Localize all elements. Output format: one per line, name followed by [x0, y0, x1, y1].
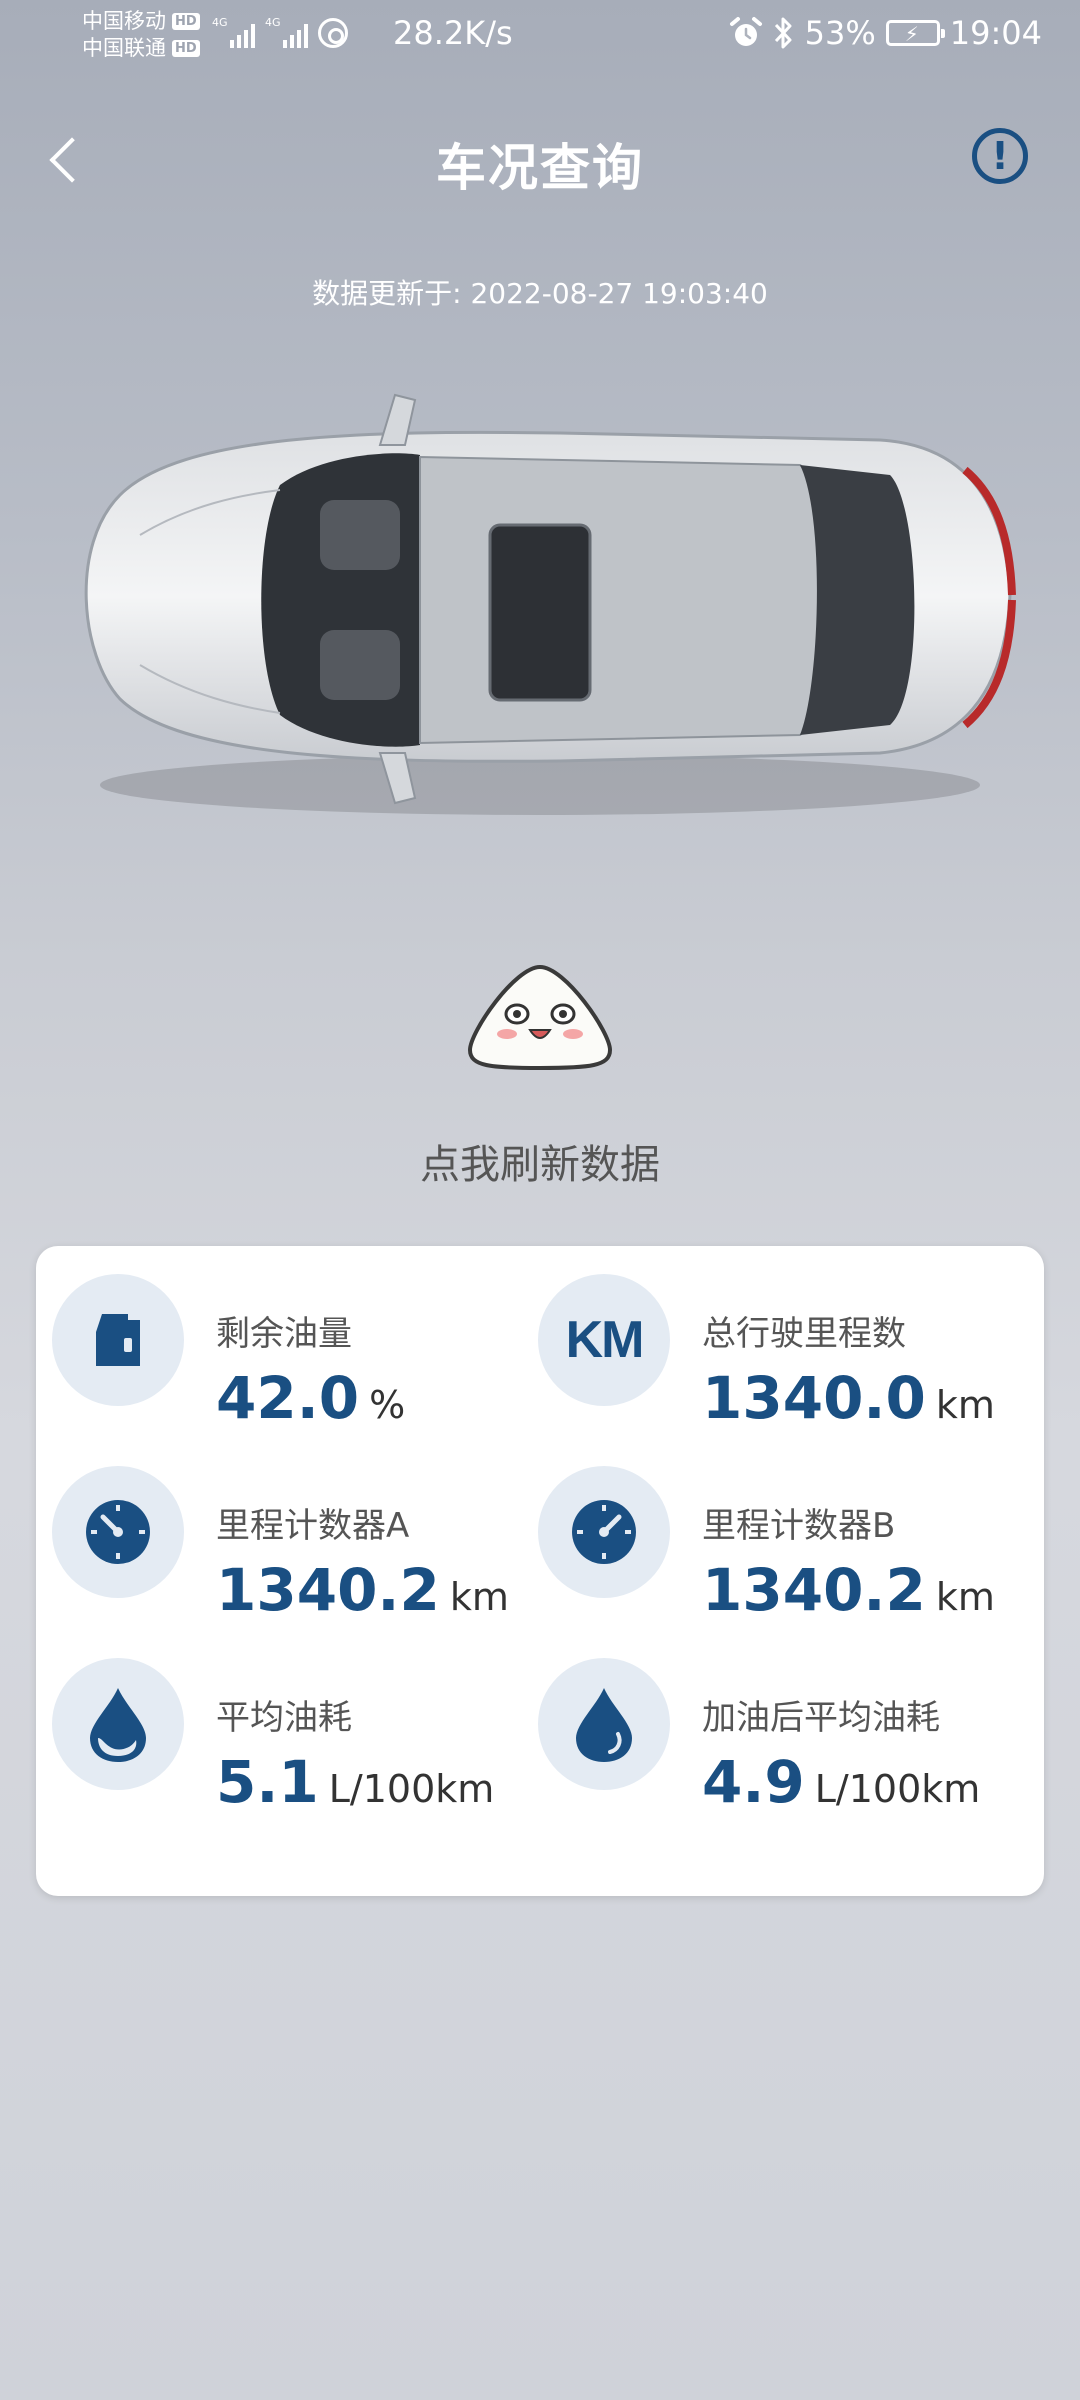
stat-value: 1340.2 km [702, 1556, 995, 1624]
signal-icons: 4G 4G [212, 16, 348, 48]
stat-value: 4.9 L/100km [702, 1748, 981, 1816]
stat-avg-consumption-after-refuel: 加油后平均油耗 4.9 L/100km [522, 1630, 1002, 1816]
info-button[interactable]: ! [972, 128, 1028, 184]
fuel-can-icon [52, 1274, 184, 1406]
carrier-1: 中国移动 [82, 9, 166, 33]
stat-avg-consumption: 平均油耗 5.1 L/100km [36, 1630, 516, 1816]
stat-trip-b: 里程计数器B 1340.2 km [522, 1438, 1002, 1624]
stat-label: 总行驶里程数 [702, 1314, 906, 1354]
stat-label: 加油后平均油耗 [702, 1698, 940, 1738]
stat-label: 剩余油量 [216, 1314, 352, 1354]
fuel-drop-icon [52, 1658, 184, 1790]
update-timestamp: 数据更新于: 2022-08-27 19:03:40 [312, 277, 768, 310]
hd-badge: HD [172, 40, 200, 57]
bluetooth-icon [774, 17, 792, 49]
stat-label: 平均油耗 [216, 1698, 352, 1738]
stat-label: 里程计数器A [216, 1506, 410, 1546]
exclamation-circle-icon: ! [991, 134, 1009, 178]
hd-badge: HD [172, 13, 200, 30]
fuel-drop-icon [538, 1658, 670, 1790]
signal-icon: 4G [265, 16, 308, 48]
battery-percent: 53% [804, 14, 876, 52]
battery-icon: ⚡ [885, 20, 945, 46]
stat-label: 里程计数器B [702, 1506, 896, 1546]
page-title: 车况查询 [436, 139, 644, 197]
signal-icon: 4G [212, 16, 255, 48]
stat-value: 42.0% [216, 1364, 406, 1432]
stat-value: 1340.0 km [702, 1364, 995, 1432]
carrier-info: 中国移动 HD 中国联通 HD [82, 8, 200, 62]
header: 车况查询 ! [0, 110, 1080, 210]
stat-fuel-remaining: 剩余油量 42.0% [36, 1246, 516, 1432]
refresh-mascot-button[interactable] [465, 962, 615, 1072]
stat-value: 1340.2 km [216, 1556, 509, 1624]
carrier-2: 中国联通 [82, 36, 166, 60]
status-bar: 中国移动 HD 中国联通 HD 4G 4G 28.2K/s 53% ⚡ 19:04 [0, 0, 1080, 72]
hotspot-icon [318, 18, 348, 48]
net-speed: 28.2K/s [393, 14, 513, 52]
stat-trip-a: 里程计数器A 1340.2 km [36, 1438, 516, 1624]
gauge-icon [52, 1466, 184, 1598]
gauge-icon [538, 1466, 670, 1598]
stat-total-mileage: KM 总行驶里程数 1340.0 km [522, 1246, 1002, 1432]
car-image [60, 385, 1020, 845]
km-icon: KM [538, 1274, 670, 1406]
alarm-icon [729, 17, 762, 46]
stat-value: 5.1 L/100km [216, 1748, 495, 1816]
clock: 19:04 [949, 14, 1042, 52]
refresh-data-link[interactable]: 点我刷新数据 [0, 1132, 1080, 1190]
rice-ball-mascot-icon [467, 964, 613, 1071]
vehicle-stats-card: 剩余油量 42.0% KM 总行驶里程数 1340.0 km 里程计数器A 134… [36, 1246, 1044, 1896]
